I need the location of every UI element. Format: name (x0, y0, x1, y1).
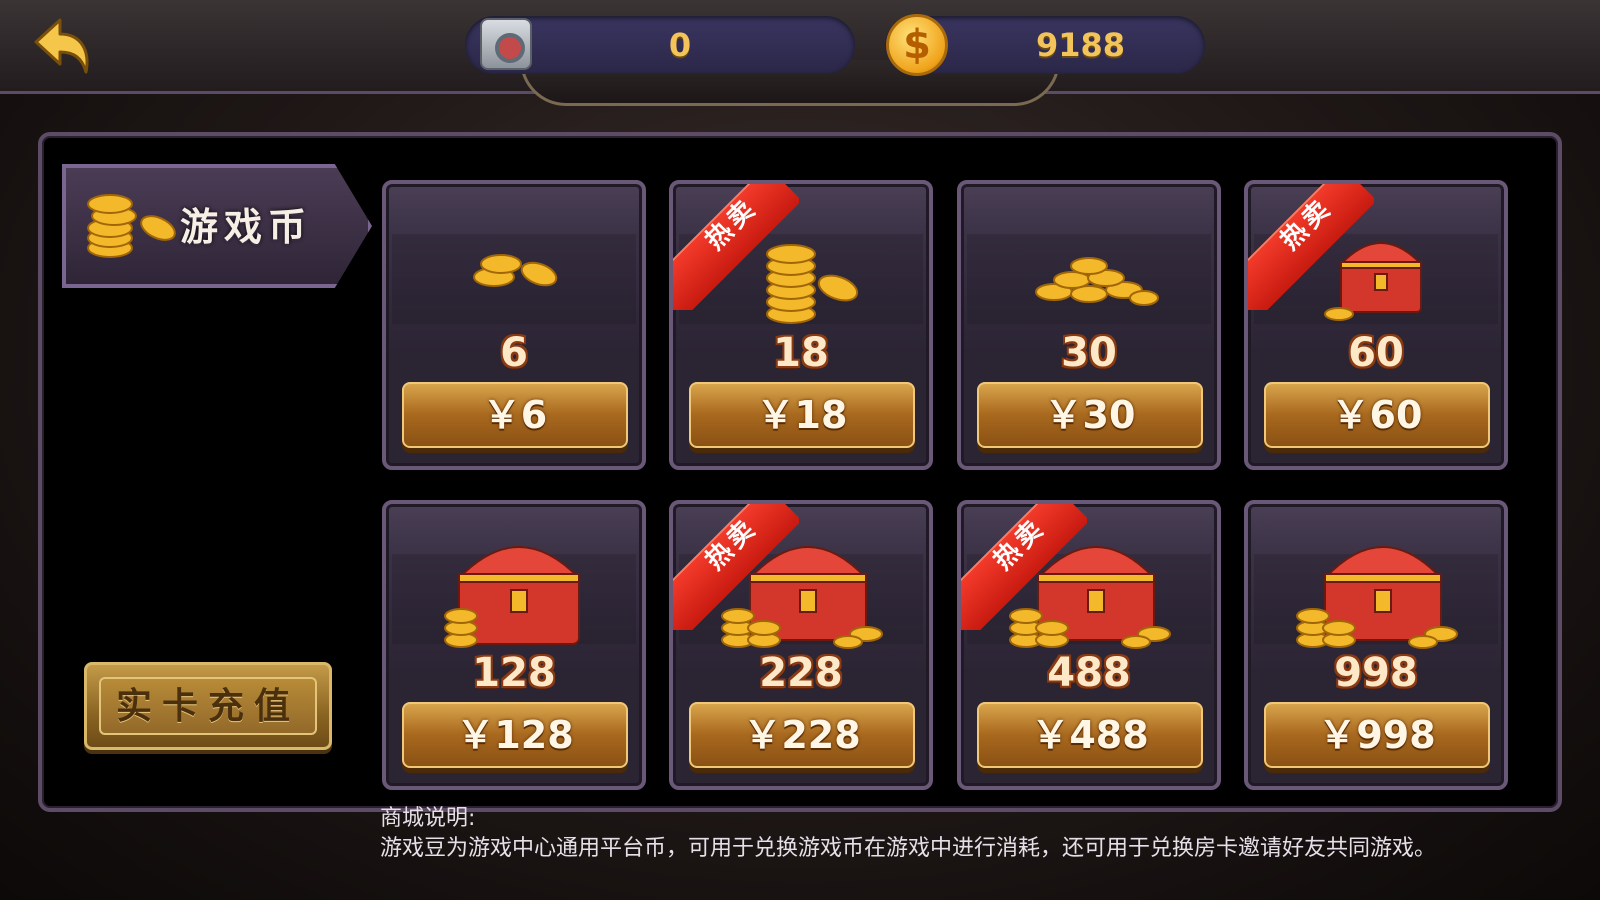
hot-sale-label: 热卖 (699, 512, 764, 577)
hot-sale-ribbon: 热卖 (673, 184, 799, 310)
buy-button-price: ￥60 (1331, 393, 1423, 437)
coin-small-icon (473, 254, 558, 287)
shop-notes: 商城说明: 游戏豆为游戏中心通用平台币，可用于兑换游戏币在游戏中进行消耗，还可用… (380, 804, 1560, 864)
tab-game-coins-label: 游戏币 (180, 205, 313, 249)
product-card[interactable]: 998 ￥998 (1244, 500, 1508, 790)
safe-icon (480, 18, 532, 70)
buy-button-price: ￥30 (1044, 393, 1136, 437)
buy-button[interactable]: ￥998 (1264, 702, 1490, 768)
back-arrow-icon (34, 18, 89, 74)
buy-button[interactable]: ￥60 (1264, 382, 1490, 448)
shop-notes-body: 游戏豆为游戏中心通用平台币，可用于兑换游戏币在游戏中进行消耗，还可用于兑换房卡邀… (380, 836, 1437, 861)
product-card[interactable]: 18 ￥18 热卖 (669, 180, 933, 470)
product-card[interactable]: 228 ￥228 热卖 (669, 500, 933, 790)
product-amount: 6 (500, 330, 528, 376)
gold-coin-icon: $ (886, 14, 948, 76)
card-recharge-label: 实卡充值 (99, 677, 317, 735)
product-amount: 488 (1047, 650, 1131, 696)
buy-button[interactable]: ￥488 (977, 702, 1203, 768)
buy-button-price: ￥128 (456, 713, 574, 757)
buy-button[interactable]: ￥30 (977, 382, 1203, 448)
product-amount: 60 (1348, 330, 1404, 376)
buy-button-price: ￥488 (1031, 713, 1149, 757)
product-amount: 998 (1334, 650, 1418, 696)
hot-sale-ribbon: 热卖 (673, 504, 799, 630)
buy-button[interactable]: ￥228 (689, 702, 915, 768)
shop-notes-title: 商城说明: (380, 806, 476, 831)
buy-button-price: ￥6 (482, 393, 548, 437)
chest-icon (444, 546, 582, 648)
card-recharge-button[interactable]: 实卡充值 (84, 662, 332, 750)
coin-balance-value: 9188 (1035, 26, 1125, 64)
buy-button[interactable]: ￥128 (402, 702, 628, 768)
product-card[interactable]: 30 ￥30 (957, 180, 1221, 470)
hot-sale-label: 热卖 (987, 512, 1052, 577)
chest-coins-icon (1296, 546, 1458, 649)
product-amount: 30 (1061, 330, 1117, 376)
product-amount: 128 (472, 650, 556, 696)
coin-stack-icon (87, 194, 176, 258)
buy-button-price: ￥18 (756, 393, 848, 437)
back-button[interactable] (30, 12, 100, 82)
product-amount: 228 (759, 650, 843, 696)
buy-button-price: ￥228 (743, 713, 861, 757)
product-card[interactable]: 6 ￥6 (382, 180, 646, 470)
hot-sale-label: 热卖 (699, 192, 764, 257)
product-amount: 18 (773, 330, 829, 376)
buy-button-price: ￥998 (1318, 713, 1436, 757)
buy-button[interactable]: ￥6 (402, 382, 628, 448)
coin-pile-icon (1035, 257, 1159, 306)
hot-sale-label: 热卖 (1274, 192, 1339, 257)
product-card[interactable]: 488 ￥488 热卖 (957, 500, 1221, 790)
product-card[interactable]: 60 ￥60 热卖 (1244, 180, 1508, 470)
buy-button[interactable]: ￥18 (689, 382, 915, 448)
hot-sale-ribbon: 热卖 (1248, 184, 1374, 310)
hot-sale-ribbon: 热卖 (961, 504, 1087, 630)
product-card[interactable]: 128 ￥128 (382, 500, 646, 790)
